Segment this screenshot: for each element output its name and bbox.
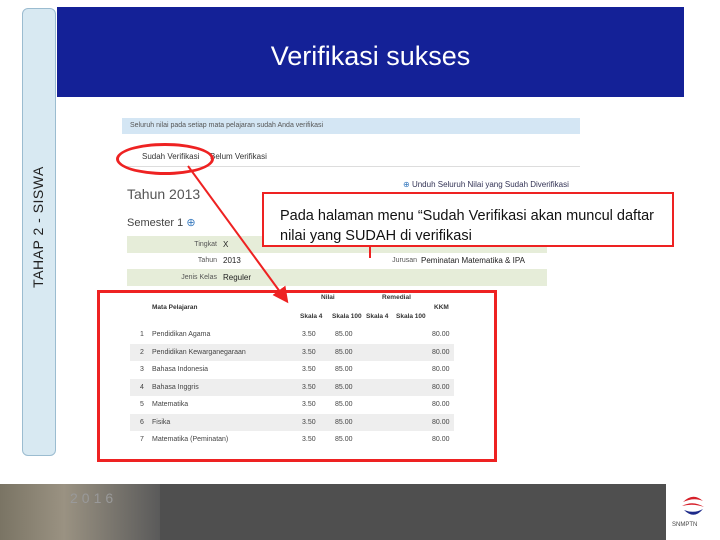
year-heading: Tahun 2013 [127,186,201,202]
row-nilai-skala100: 85.00 [335,366,353,373]
row-subject: Matematika (Peminatan) [152,436,229,443]
tingkat-value: X [223,240,229,249]
row-nilai-skala4: 3.50 [302,383,316,391]
row-nilai-skala100: 85.00 [335,348,353,356]
row-kkm: 80.00 [432,366,450,373]
info-row-jenis: Jenis Kelas Reguler [127,269,547,286]
row-nilai-skala4: 3.50 [302,418,316,426]
snmptn-logo-icon [682,496,704,515]
row-nilai-skala100: 85.00 [335,383,353,391]
row-nilai-skala4: 3.50 [302,366,316,373]
logo-text: SNMPTN [672,522,698,528]
row-number: 3 [140,366,144,373]
info-message: Seluruh nilai pada setiap mata pelajaran… [122,118,580,134]
footer-year: 2016 [70,490,118,506]
side-tab-label: TAHAP 2 - SISWA [30,166,46,288]
footer-logo-panel: SNMPTN [666,484,720,540]
tingkat-label: Tingkat [194,241,217,248]
jenis-label: Jenis Kelas [181,274,217,281]
row-number: 4 [140,383,144,391]
row-number: 6 [140,418,144,426]
table-row: 1 Pendidikan Agama 3.50 85.00 80.00 [130,326,454,343]
semester-label: Semester 1 [127,217,184,229]
subheader-skala: Skala 4 [366,313,389,320]
info-row-tahun: Tahun 2013 Jurusan Peminatan Matematika … [127,252,547,269]
row-kkm: 80.00 [432,348,450,356]
table-row: 6 Fisika 3.50 85.00 80.00 [130,413,454,431]
header-remedial: Remedial [382,294,411,301]
row-nilai-skala4: 3.50 [302,348,316,356]
banner-title: Verifikasi sukses [270,41,471,71]
row-nilai-skala100: 85.00 [335,331,353,338]
table-row: 5 Matematika 3.50 85.00 80.00 [130,396,454,413]
row-number: 1 [140,331,144,338]
footer: 2016 SNMPTN [0,484,720,540]
row-nilai-skala4: 3.50 [302,401,316,408]
header-subject: Mata Pelajaran [152,304,198,311]
row-nilai-skala4: 3.50 [302,436,316,443]
download-link[interactable]: ⊕ Unduh Seluruh Nilai yang Sudah Diverif… [403,180,569,189]
download-icon: ⊕ [403,180,410,189]
row-subject: Bahasa Indonesia [152,366,209,373]
row-subject: Fisika [152,418,171,426]
tab-belum-verifikasi[interactable]: Belum Verifikasi [210,152,267,161]
tahun-value: 2013 [223,256,241,265]
subheader-skala: Skala 100 [332,313,362,320]
header-nilai: Nilai [321,294,335,301]
side-tab: TAHAP 2 - SISWA [22,8,56,456]
row-subject: Pendidikan Agama [152,331,211,338]
header-kkm: KKM [434,304,449,311]
row-kkm: 80.00 [432,331,450,338]
row-kkm: 80.00 [432,383,450,391]
tahun-label: Tahun [197,257,217,264]
subheader-skala: Skala 4 [300,313,323,320]
semester-heading[interactable]: Semester 1 ⊕ [127,216,196,229]
table-row: 3 Bahasa Indonesia 3.50 85.00 80.00 [130,361,454,378]
row-kkm: 80.00 [432,401,450,408]
download-label: Unduh Seluruh Nilai yang Sudah Diverifik… [411,180,569,189]
jurusan-label: Jurusan [392,257,417,264]
row-subject: Pendidikan Kewarganegaraan [152,348,246,356]
highlight-oval [116,143,214,175]
table-row: 2 Pendidikan Kewarganegaraan 3.50 85.00 80.0… [130,343,454,361]
row-subject: Matematika [152,401,189,408]
row-nilai-skala100: 85.00 [335,418,353,426]
row-kkm: 80.00 [432,436,450,443]
row-number: 2 [140,348,144,356]
table-row: 4 Bahasa Inggris 3.50 85.00 80.00 [130,378,454,396]
row-subject: Bahasa Inggris [152,383,199,391]
row-number: 5 [140,401,144,408]
subheader-skala: Skala 100 [396,313,426,320]
jenis-value: Reguler [223,273,252,282]
jurusan-value: Peminatan Matematika & IPA [421,256,525,265]
plus-circle-icon: ⊕ [186,217,196,229]
row-nilai-skala100: 85.00 [335,436,353,443]
row-number: 7 [140,436,144,443]
row-kkm: 80.00 [432,418,450,426]
row-nilai-skala4: 3.50 [302,331,316,338]
table-row: 7 Matematika (Peminatan) 3.50 85.00 80.00 [130,431,454,448]
callout-box: Pada halaman menu “Sudah Verifikasi akan… [262,192,674,247]
row-nilai-skala100: 85.00 [335,401,353,408]
title-banner: Verifikasi sukses [57,7,684,97]
